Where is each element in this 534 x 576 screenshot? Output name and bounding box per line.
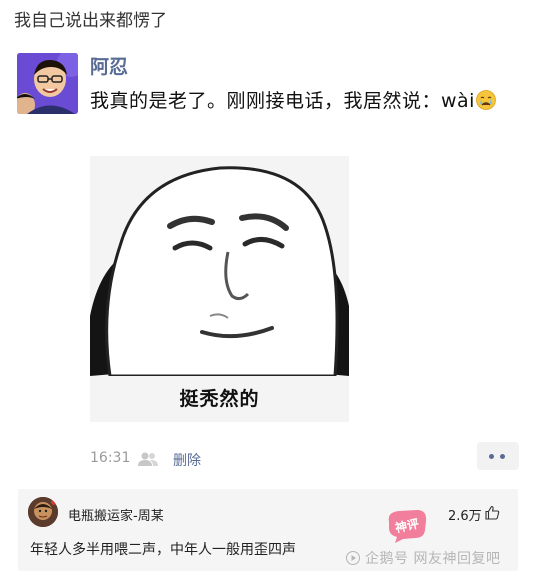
comment-text: 年轻人多半用喂二声，中年人一般用歪四声 <box>30 542 296 558</box>
thumbs-up-icon[interactable] <box>485 505 500 520</box>
avatar-photo <box>17 53 78 114</box>
like-count: 2.6万 <box>448 509 482 524</box>
post-text: 我真的是老了。刚刚接电话，我居然说：wài <box>90 90 475 112</box>
delete-link[interactable]: 删除 <box>173 450 201 470</box>
author-avatar[interactable] <box>17 53 78 114</box>
friends-visibility-icon[interactable] <box>137 451 159 467</box>
author-name[interactable]: 阿忍 <box>90 52 128 79</box>
crying-face-icon <box>476 89 496 110</box>
meme-face-illustration <box>90 156 349 422</box>
meme-image[interactable]: 挺秃然的 <box>90 156 349 422</box>
post-body: 我真的是老了。刚刚接电话，我居然说：wài <box>90 86 510 117</box>
watermark-text: 企鹅号 网友神回复吧 <box>365 551 501 567</box>
penguin-logo-icon <box>346 550 360 565</box>
more-options-button[interactable] <box>477 442 519 470</box>
more-dot-icon <box>500 454 505 459</box>
post-time: 16:31 <box>90 450 131 466</box>
more-dot-icon <box>489 454 494 459</box>
post-caption: 我自己说出来都愣了 <box>14 11 167 31</box>
meme-caption: 挺秃然的 <box>179 388 260 410</box>
commenter-name[interactable]: 电瓶搬运家-周某 <box>68 505 164 524</box>
watermark-badge: 神评 <box>385 508 429 544</box>
commenter-avatar[interactable] <box>28 497 58 527</box>
